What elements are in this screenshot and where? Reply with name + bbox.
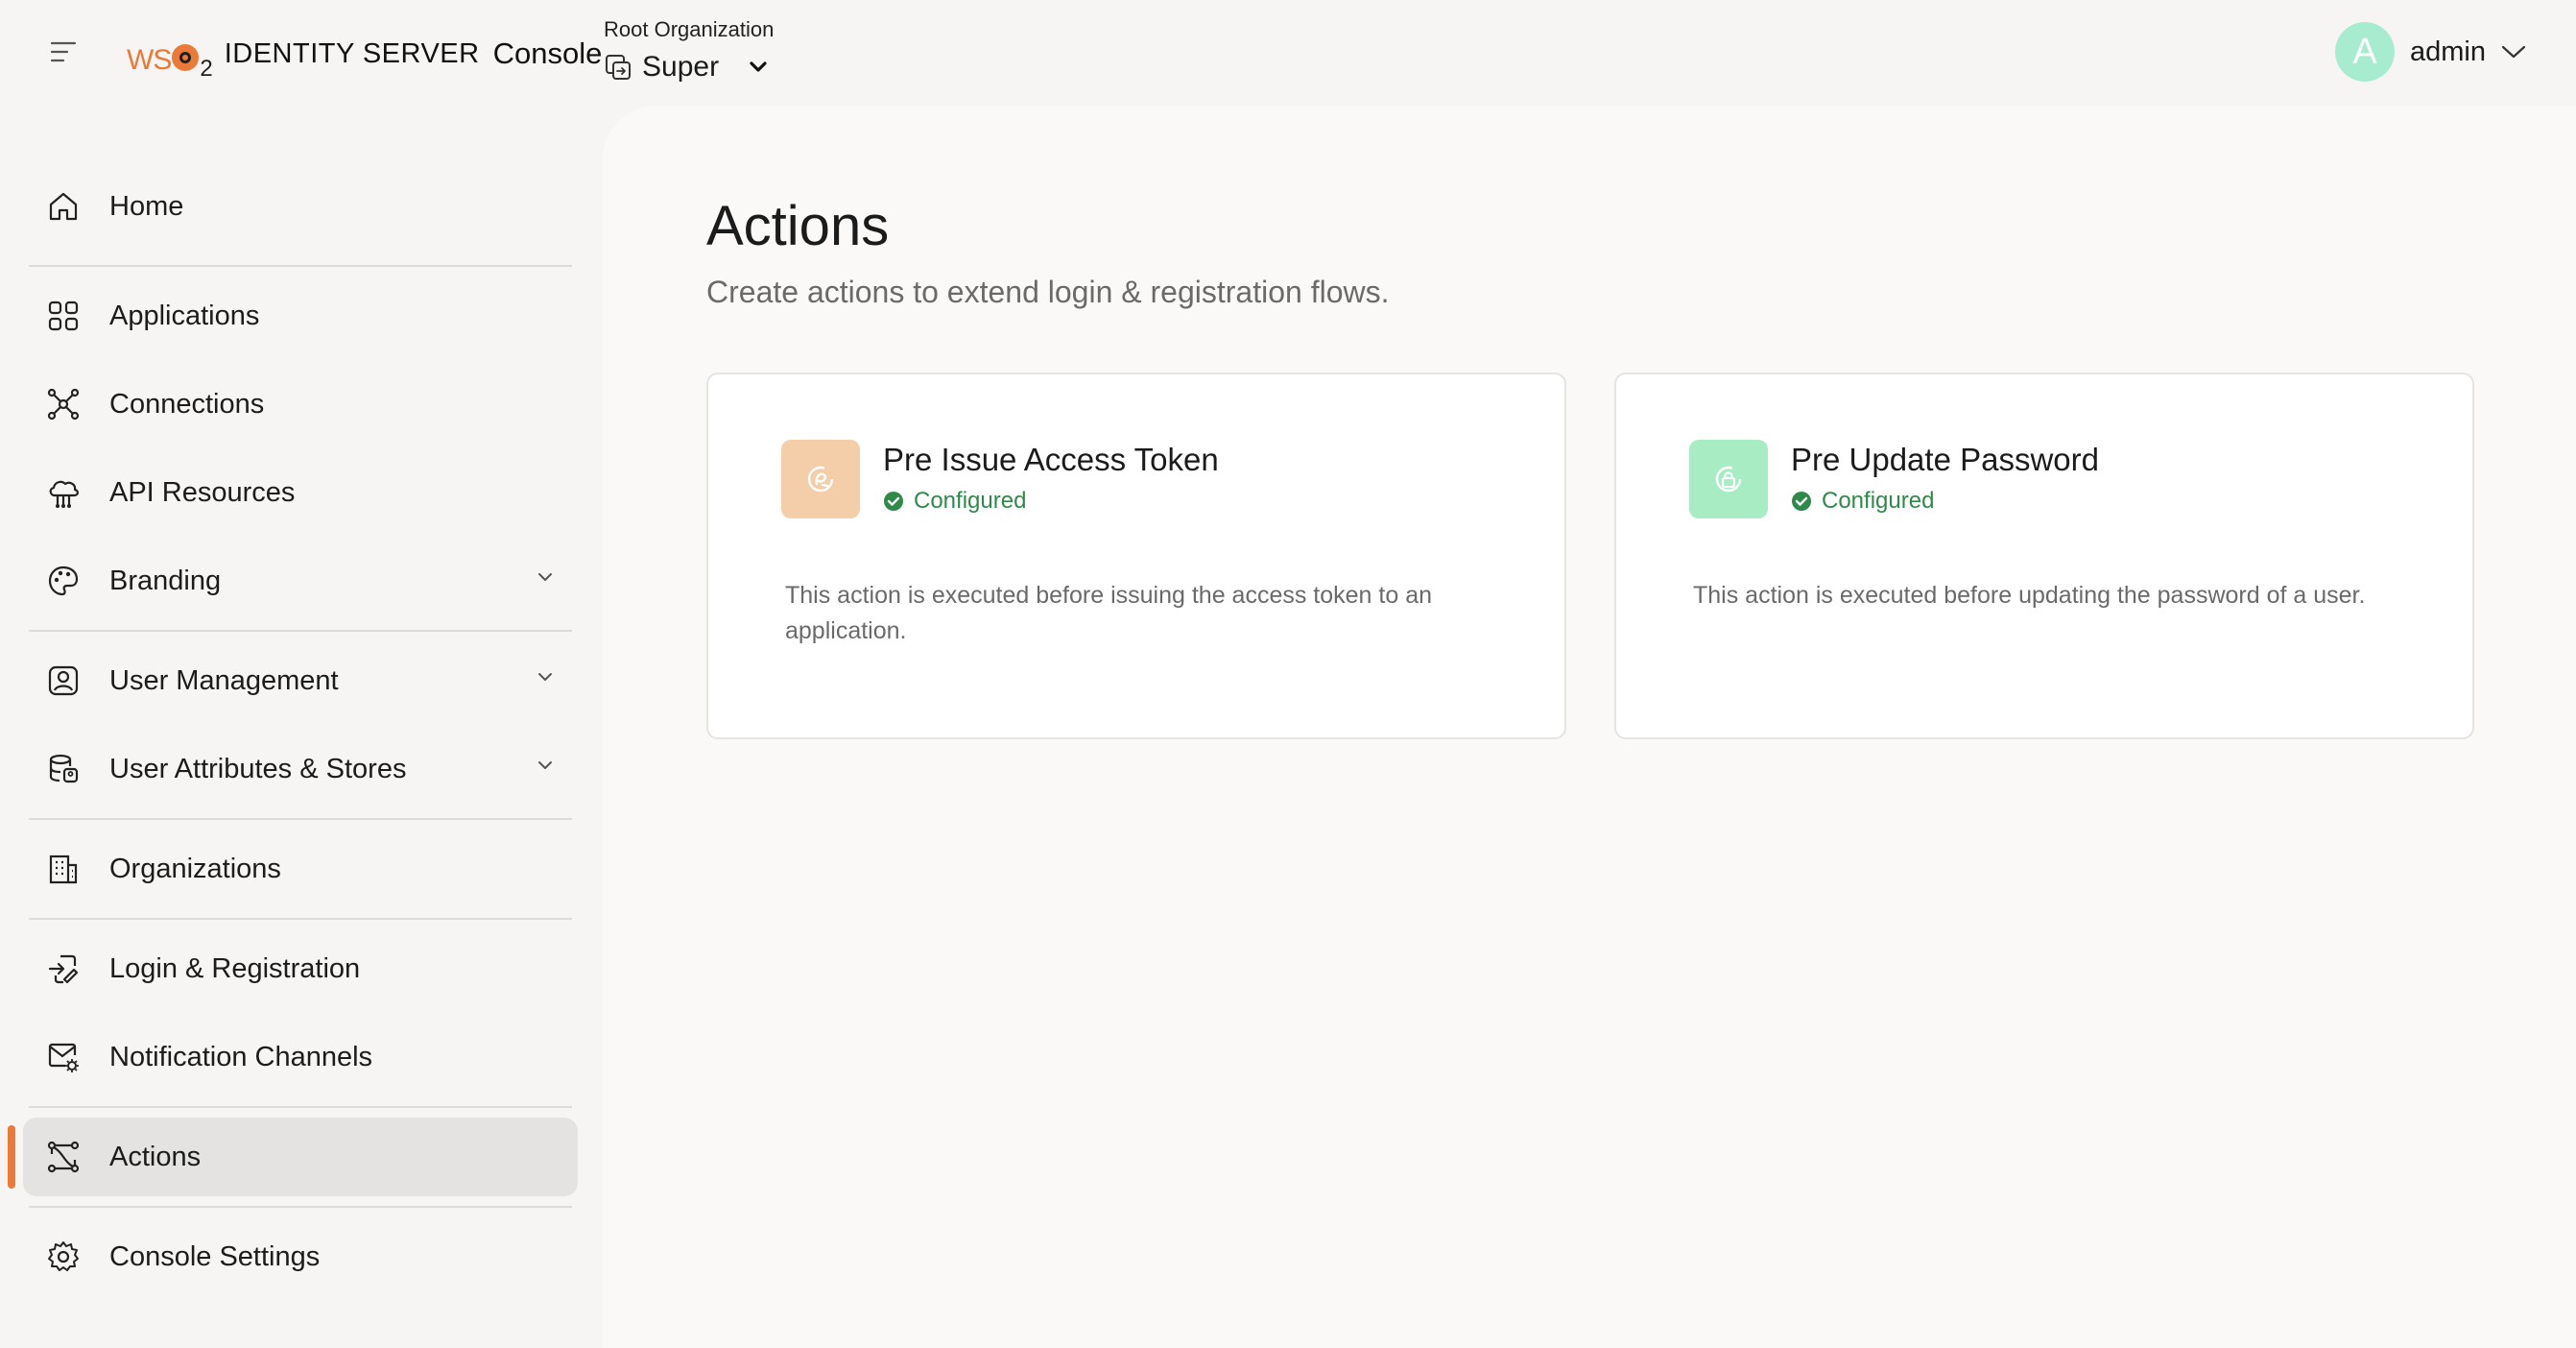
building-icon	[46, 852, 81, 886]
status-badge: Configured	[883, 488, 1026, 515]
chevron-down-icon[interactable]	[750, 61, 767, 73]
card-title: Pre Issue Access Token	[883, 442, 1219, 477]
sidebar-item-applications[interactable]: Applications	[23, 277, 578, 355]
sidebar-item-user-attributes-stores[interactable]: User Attributes & Stores	[23, 730, 578, 808]
sidebar-item-notification-channels[interactable]: Notification Channels	[23, 1018, 578, 1096]
actions-flow-icon	[46, 1140, 81, 1174]
sidebar-item-label: Login & Registration	[109, 952, 361, 984]
menu-toggle-icon[interactable]	[44, 35, 83, 69]
mail-settings-icon	[46, 1040, 81, 1074]
username: admin	[2410, 36, 2486, 67]
card-description: This action is executed before issuing t…	[785, 582, 1432, 644]
org-label: Root Organization	[604, 17, 775, 41]
status-text: Configured	[914, 488, 1027, 514]
console-label: Console	[492, 36, 603, 70]
divider	[29, 630, 572, 632]
divider	[29, 1106, 572, 1108]
chevron-down-icon[interactable]	[537, 672, 553, 682]
active-indicator	[8, 1125, 15, 1189]
status-text: Configured	[1822, 488, 1935, 514]
product-logo[interactable]: WS 2 IDENTITY SERVER Console	[127, 33, 603, 82]
status-badge: Configured	[1791, 488, 1934, 515]
org-switch-icon	[604, 53, 632, 82]
grid-icon	[46, 299, 81, 333]
action-card-pre-issue-access-token[interactable]: Pre Issue Access Token Configured This a…	[706, 373, 1566, 739]
sidebar-item-user-management[interactable]: User Management	[23, 641, 578, 720]
password-update-icon	[1689, 440, 1768, 518]
card-description: This action is executed before updating …	[1693, 582, 2366, 609]
top-header: WS 2 IDENTITY SERVER Console Root Organiz…	[0, 0, 2576, 106]
sidebar-item-login-registration[interactable]: Login & Registration	[23, 929, 578, 1008]
sidebar-item-label: Home	[109, 190, 184, 222]
sidebar-item-label: Organizations	[109, 853, 281, 884]
action-card-pre-update-password[interactable]: Pre Update Password Configured This acti…	[1614, 373, 2474, 739]
sidebar-item-connections[interactable]: Connections	[23, 365, 578, 444]
sidebar-item-label: Branding	[109, 565, 222, 596]
divider	[29, 918, 572, 920]
sidebar-item-label: Actions	[109, 1141, 202, 1172]
wso2-logo: WS 2	[127, 44, 213, 82]
sidebar: Home Applications Connections API Resour…	[0, 106, 603, 1348]
sidebar-item-label: Applications	[109, 300, 260, 331]
check-circle-icon	[1791, 491, 1812, 512]
sidebar-item-label: Notification Channels	[109, 1041, 373, 1072]
connections-icon	[46, 387, 81, 421]
chevron-down-icon[interactable]	[2501, 44, 2526, 60]
user-menu[interactable]: A admin	[2335, 21, 2526, 83]
sidebar-item-label: User Management	[109, 664, 339, 696]
card-title: Pre Update Password	[1791, 442, 2099, 477]
sidebar-item-organizations[interactable]: Organizations	[23, 830, 578, 908]
cloud-api-icon	[46, 475, 81, 510]
sidebar-item-label: User Attributes & Stores	[109, 753, 407, 784]
sidebar-item-home[interactable]: Home	[23, 167, 578, 246]
login-flow-icon	[46, 951, 81, 986]
avatar[interactable]: A	[2335, 22, 2395, 82]
sidebar-item-label: Console Settings	[109, 1240, 321, 1272]
chevron-down-icon[interactable]	[537, 572, 553, 582]
check-circle-icon	[883, 491, 904, 512]
database-icon	[46, 752, 81, 786]
page-subtitle: Create actions to extend login & registr…	[706, 275, 1390, 309]
sidebar-item-api-resources[interactable]: API Resources	[23, 453, 578, 532]
user-badge-icon	[46, 663, 81, 698]
access-token-icon	[781, 440, 860, 518]
divider	[29, 818, 572, 820]
main-content: Actions Create actions to extend login &…	[603, 106, 2576, 1348]
palette-icon	[46, 564, 81, 598]
product-name: IDENTITY SERVER	[224, 37, 480, 69]
sidebar-item-label: Connections	[109, 388, 265, 420]
sidebar-item-actions[interactable]: Actions	[23, 1118, 578, 1196]
home-icon	[46, 189, 81, 224]
org-name: Super	[642, 51, 720, 83]
chevron-down-icon[interactable]	[537, 760, 553, 770]
sidebar-item-label: API Resources	[109, 476, 296, 508]
divider	[29, 265, 572, 267]
divider	[29, 1206, 572, 1208]
sidebar-item-console-settings[interactable]: Console Settings	[23, 1217, 578, 1296]
gear-icon	[46, 1240, 81, 1274]
page-title: Actions	[706, 195, 890, 257]
org-switcher[interactable]: Super	[604, 50, 767, 84]
sidebar-item-branding[interactable]: Branding	[23, 542, 578, 620]
